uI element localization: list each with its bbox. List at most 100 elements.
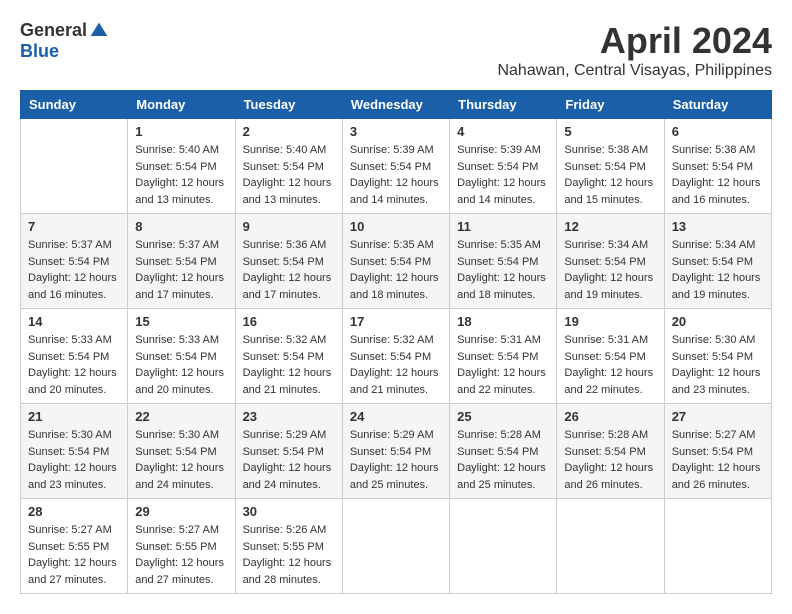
day-number: 15 (135, 314, 227, 329)
calendar-header-sunday: Sunday (21, 91, 128, 119)
day-detail: Sunrise: 5:31 AMSunset: 5:54 PMDaylight:… (564, 332, 656, 398)
calendar-cell: 24Sunrise: 5:29 AMSunset: 5:54 PMDayligh… (342, 404, 449, 499)
day-detail: Sunrise: 5:35 AMSunset: 5:54 PMDaylight:… (457, 237, 549, 303)
day-detail: Sunrise: 5:34 AMSunset: 5:54 PMDaylight:… (564, 237, 656, 303)
calendar-table: SundayMondayTuesdayWednesdayThursdayFrid… (20, 90, 772, 594)
day-number: 24 (350, 409, 442, 424)
title-area: April 2024 Nahawan, Central Visayas, Phi… (497, 20, 772, 80)
logo-blue-text: Blue (20, 41, 59, 62)
calendar-cell: 4 Sunrise: 5:39 AMSunset: 5:54 PMDaylight… (450, 119, 557, 214)
day-detail: Sunrise: 5:30 AMSunset: 5:54 PMDaylight:… (135, 427, 227, 493)
day-detail: Sunrise: 5:37 AMSunset: 5:54 PMDaylight:… (28, 237, 120, 303)
calendar-header-friday: Friday (557, 91, 664, 119)
calendar-cell: 21 Sunrise: 5:30 AMSunset: 5:54 PMDayligh… (21, 404, 128, 499)
day-number: 23 (243, 409, 335, 424)
day-number: 2 (243, 124, 335, 139)
day-detail: Sunrise: 5:30 AMSunset: 5:54 PMDaylight:… (672, 332, 764, 398)
calendar-cell: 26 Sunrise: 5:28 AMSunset: 5:54 PMDayligh… (557, 404, 664, 499)
day-number: 27 (672, 409, 764, 424)
calendar-header-monday: Monday (128, 91, 235, 119)
calendar-header-saturday: Saturday (664, 91, 771, 119)
page-header: General Blue April 2024 Nahawan, Central… (20, 20, 772, 80)
calendar-cell: 7 Sunrise: 5:37 AMSunset: 5:54 PMDaylight… (21, 214, 128, 309)
day-detail: Sunrise: 5:38 AMSunset: 5:54 PMDaylight:… (564, 142, 656, 208)
day-detail: Sunrise: 5:33 AMSunset: 5:54 PMDaylight:… (28, 332, 120, 398)
day-number: 10 (350, 219, 442, 234)
day-detail: Sunrise: 5:35 AMSunset: 5:54 PMDaylight:… (350, 237, 442, 303)
calendar-cell: 3 Sunrise: 5:39 AMSunset: 5:54 PMDaylight… (342, 119, 449, 214)
calendar-header-tuesday: Tuesday (235, 91, 342, 119)
calendar-cell: 1 Sunrise: 5:40 AMSunset: 5:54 PMDaylight… (128, 119, 235, 214)
day-detail: Sunrise: 5:27 AMSunset: 5:55 PMDaylight:… (135, 522, 227, 588)
calendar-cell: 18 Sunrise: 5:31 AMSunset: 5:54 PMDayligh… (450, 309, 557, 404)
day-detail: Sunrise: 5:32 AMSunset: 5:54 PMDaylight:… (243, 332, 335, 398)
day-number: 16 (243, 314, 335, 329)
day-number: 14 (28, 314, 120, 329)
day-number: 9 (243, 219, 335, 234)
day-detail: Sunrise: 5:28 AMSunset: 5:54 PMDaylight:… (457, 427, 549, 493)
day-number: 8 (135, 219, 227, 234)
day-detail: Sunrise: 5:26 AMSunset: 5:55 PMDaylight:… (243, 522, 335, 588)
day-detail: Sunrise: 5:39 AMSunset: 5:54 PMDaylight:… (350, 142, 442, 208)
month-title: April 2024 (497, 20, 772, 62)
day-number: 4 (457, 124, 549, 139)
calendar-cell: 15 Sunrise: 5:33 AMSunset: 5:54 PMDayligh… (128, 309, 235, 404)
day-detail: Sunrise: 5:39 AMSunset: 5:54 PMDaylight:… (457, 142, 549, 208)
calendar-header-wednesday: Wednesday (342, 91, 449, 119)
day-detail: Sunrise: 5:32 AMSunset: 5:54 PMDaylight:… (350, 332, 442, 398)
calendar-cell: 29 Sunrise: 5:27 AMSunset: 5:55 PMDayligh… (128, 499, 235, 594)
calendar-cell: 16 Sunrise: 5:32 AMSunset: 5:54 PMDayligh… (235, 309, 342, 404)
day-detail: Sunrise: 5:37 AMSunset: 5:54 PMDaylight:… (135, 237, 227, 303)
logo-general-text: General (20, 20, 87, 41)
calendar-week-row: 7 Sunrise: 5:37 AMSunset: 5:54 PMDaylight… (21, 214, 772, 309)
calendar-cell: 2 Sunrise: 5:40 AMSunset: 5:54 PMDaylight… (235, 119, 342, 214)
calendar-week-row: 1 Sunrise: 5:40 AMSunset: 5:54 PMDaylight… (21, 119, 772, 214)
location-title: Nahawan, Central Visayas, Philippines (497, 62, 772, 80)
day-detail: Sunrise: 5:28 AMSunset: 5:54 PMDaylight:… (564, 427, 656, 493)
day-detail: Sunrise: 5:36 AMSunset: 5:54 PMDaylight:… (243, 237, 335, 303)
day-number: 18 (457, 314, 549, 329)
calendar-cell: 17Sunrise: 5:32 AMSunset: 5:54 PMDayligh… (342, 309, 449, 404)
calendar-cell: 23Sunrise: 5:29 AMSunset: 5:54 PMDayligh… (235, 404, 342, 499)
calendar-cell: 30 Sunrise: 5:26 AMSunset: 5:55 PMDayligh… (235, 499, 342, 594)
day-number: 5 (564, 124, 656, 139)
calendar-cell: 20 Sunrise: 5:30 AMSunset: 5:54 PMDayligh… (664, 309, 771, 404)
calendar-cell: 5 Sunrise: 5:38 AMSunset: 5:54 PMDaylight… (557, 119, 664, 214)
day-number: 29 (135, 504, 227, 519)
day-detail: Sunrise: 5:31 AMSunset: 5:54 PMDaylight:… (457, 332, 549, 398)
calendar-cell (342, 499, 449, 594)
day-number: 22 (135, 409, 227, 424)
day-number: 1 (135, 124, 227, 139)
calendar-cell: 25Sunrise: 5:28 AMSunset: 5:54 PMDayligh… (450, 404, 557, 499)
calendar-cell: 27Sunrise: 5:27 AMSunset: 5:54 PMDayligh… (664, 404, 771, 499)
day-number: 13 (672, 219, 764, 234)
day-number: 20 (672, 314, 764, 329)
calendar-cell: 9 Sunrise: 5:36 AMSunset: 5:54 PMDaylight… (235, 214, 342, 309)
day-detail: Sunrise: 5:40 AMSunset: 5:54 PMDaylight:… (243, 142, 335, 208)
day-number: 11 (457, 219, 549, 234)
day-detail: Sunrise: 5:33 AMSunset: 5:54 PMDaylight:… (135, 332, 227, 398)
calendar-cell: 14 Sunrise: 5:33 AMSunset: 5:54 PMDayligh… (21, 309, 128, 404)
day-number: 3 (350, 124, 442, 139)
calendar-cell: 12Sunrise: 5:34 AMSunset: 5:54 PMDayligh… (557, 214, 664, 309)
calendar-cell: 19 Sunrise: 5:31 AMSunset: 5:54 PMDayligh… (557, 309, 664, 404)
calendar-cell: 6 Sunrise: 5:38 AMSunset: 5:54 PMDaylight… (664, 119, 771, 214)
calendar-week-row: 28 Sunrise: 5:27 AMSunset: 5:55 PMDayligh… (21, 499, 772, 594)
day-number: 28 (28, 504, 120, 519)
day-number: 30 (243, 504, 335, 519)
calendar-cell (450, 499, 557, 594)
calendar-body: 1 Sunrise: 5:40 AMSunset: 5:54 PMDaylight… (21, 119, 772, 594)
day-detail: Sunrise: 5:30 AMSunset: 5:54 PMDaylight:… (28, 427, 120, 493)
logo-icon (89, 21, 109, 41)
calendar-cell: 11 Sunrise: 5:35 AMSunset: 5:54 PMDayligh… (450, 214, 557, 309)
day-detail: Sunrise: 5:38 AMSunset: 5:54 PMDaylight:… (672, 142, 764, 208)
day-number: 21 (28, 409, 120, 424)
calendar-cell: 10 Sunrise: 5:35 AMSunset: 5:54 PMDayligh… (342, 214, 449, 309)
day-number: 19 (564, 314, 656, 329)
day-detail: Sunrise: 5:40 AMSunset: 5:54 PMDaylight:… (135, 142, 227, 208)
calendar-cell (557, 499, 664, 594)
day-number: 26 (564, 409, 656, 424)
day-number: 6 (672, 124, 764, 139)
day-number: 7 (28, 219, 120, 234)
day-detail: Sunrise: 5:34 AMSunset: 5:54 PMDaylight:… (672, 237, 764, 303)
